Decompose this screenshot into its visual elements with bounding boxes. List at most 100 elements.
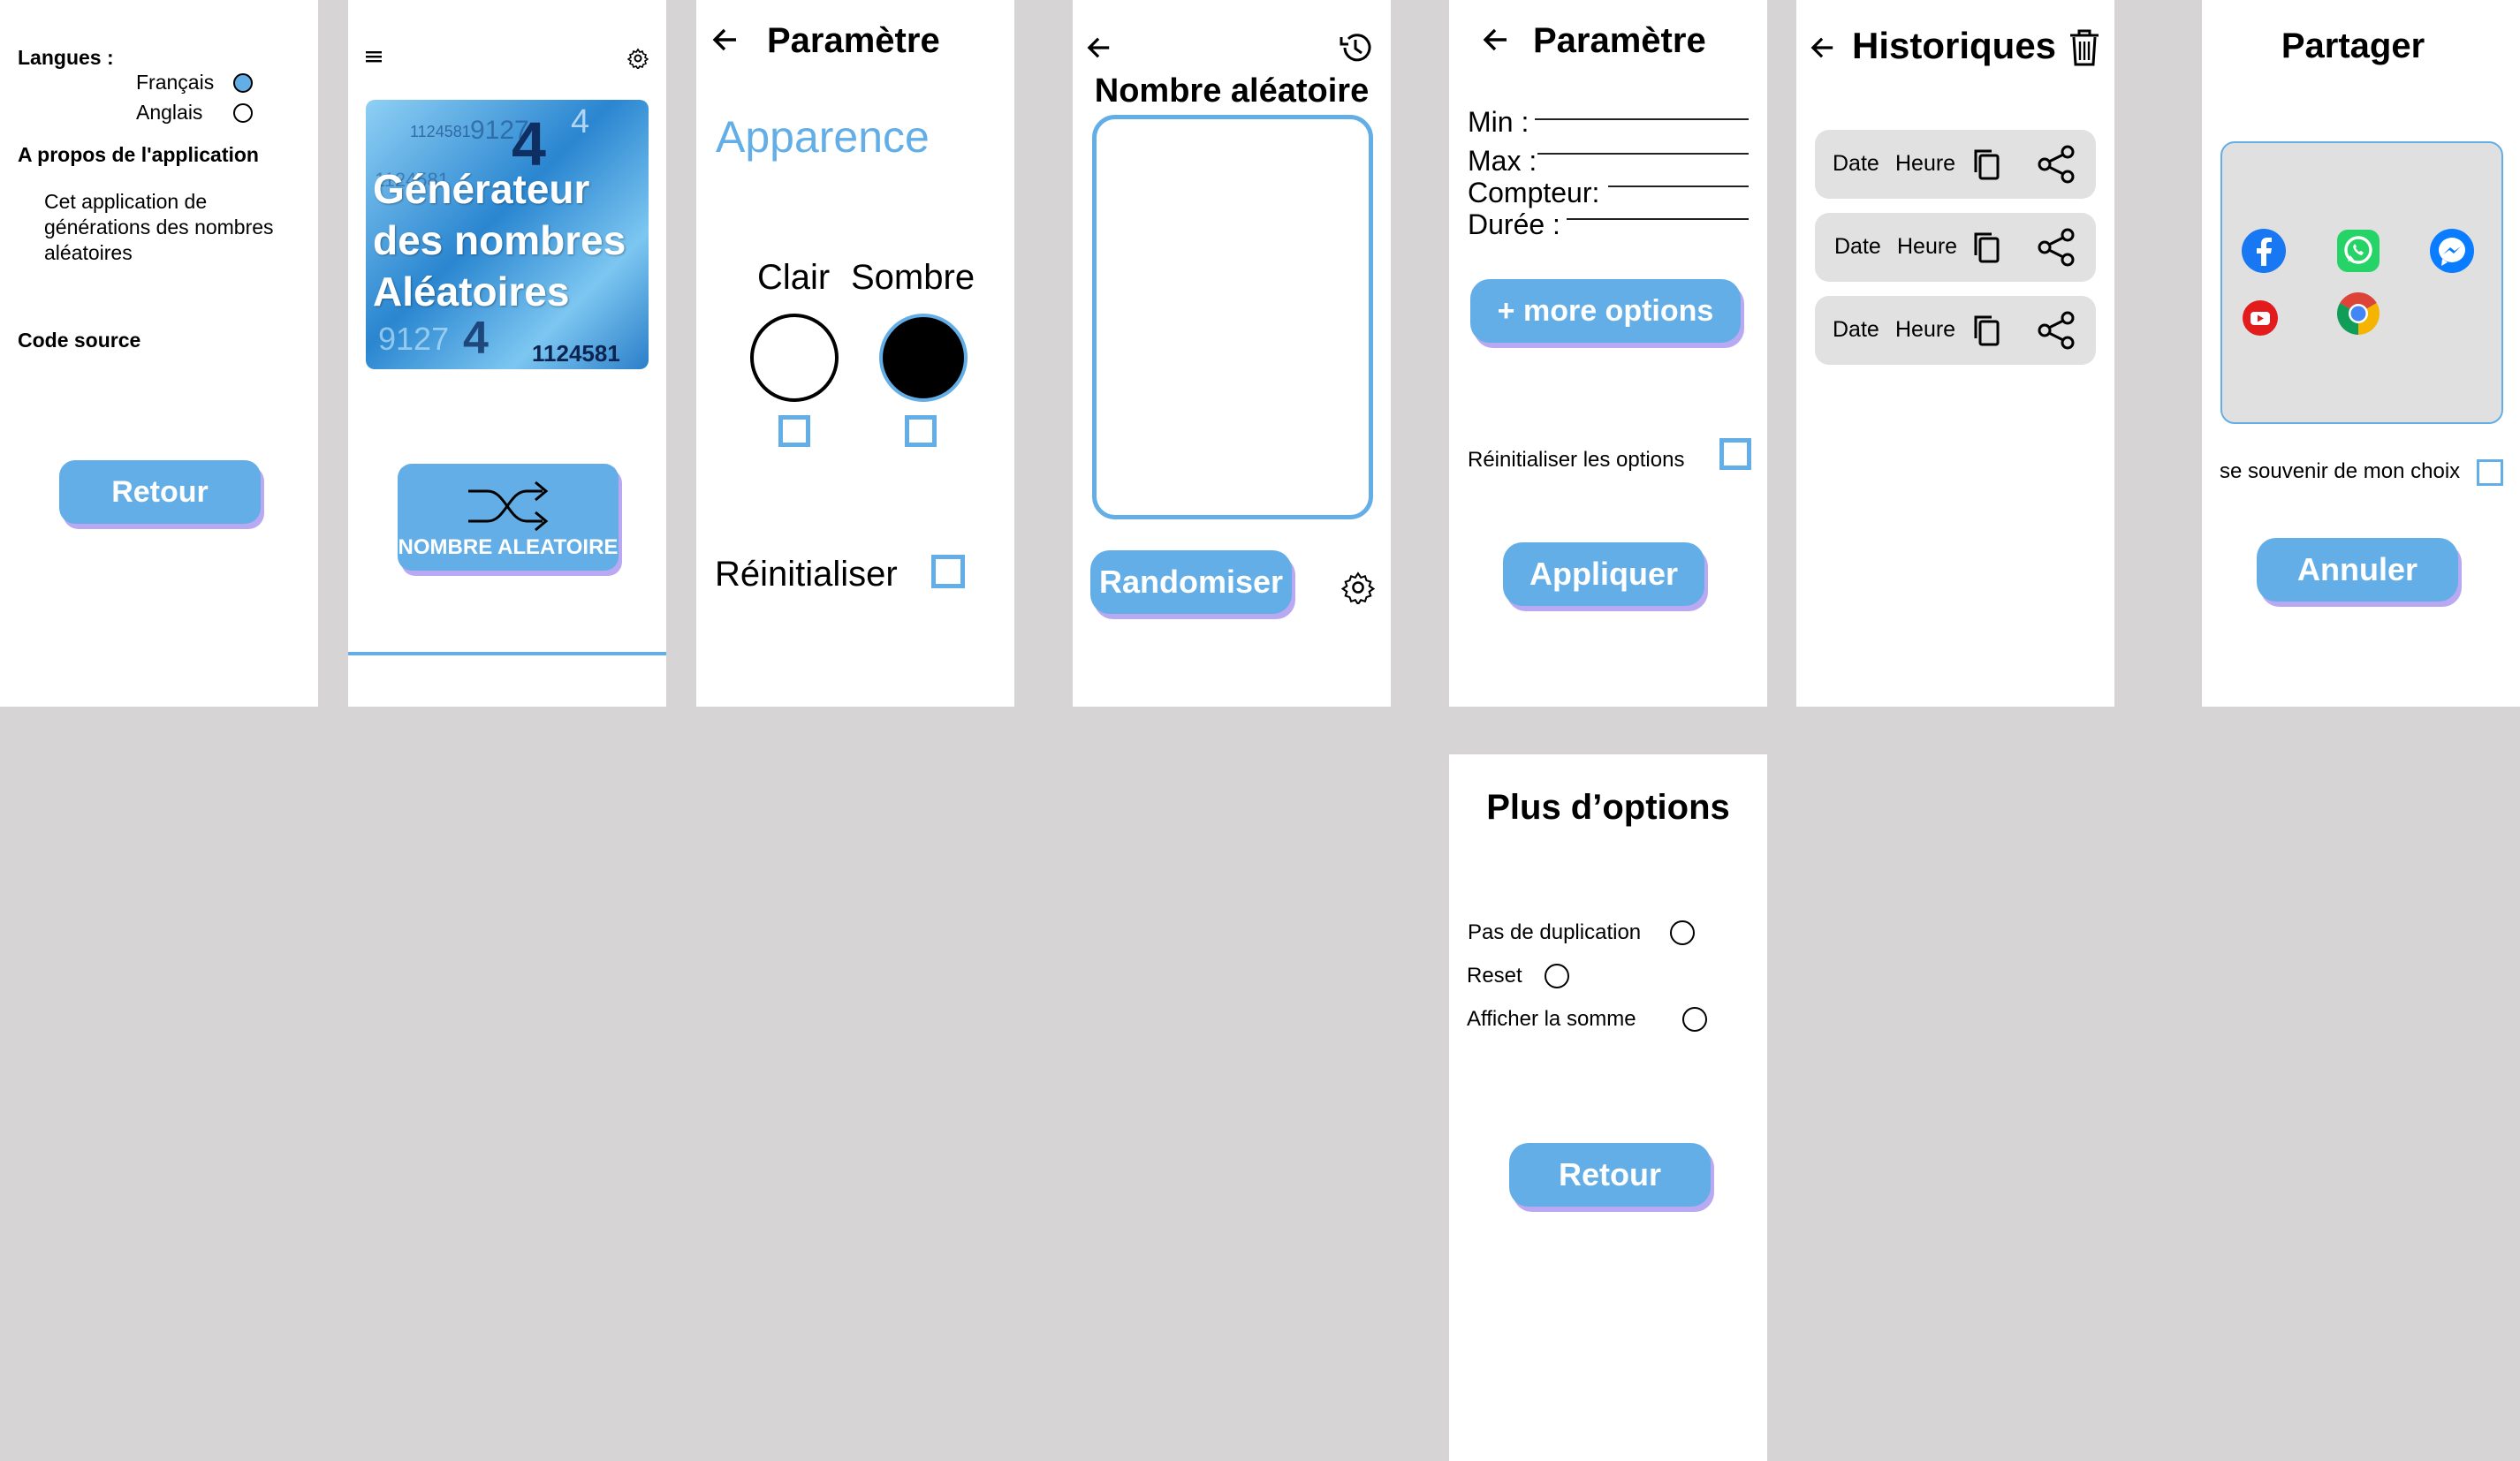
screen-settings-appearance: Paramètre Apparence Clair Sombre Réiniti… (696, 0, 1014, 707)
min-input[interactable] (1535, 118, 1749, 120)
more-options-button[interactable]: + more options (1470, 279, 1741, 343)
page-title: Partager (2281, 26, 2425, 65)
reset-options-label: Réinitialiser les options (1468, 448, 1685, 472)
remember-choice-checkbox[interactable] (2477, 459, 2503, 486)
banner-title: Générateur des nombres Aléatoires (373, 163, 626, 317)
remember-choice-label: se souvenir de mon choix (2220, 459, 2461, 483)
duration-label: Durée : (1468, 208, 1560, 240)
banner-bg-number: 4 (463, 313, 489, 364)
share-icon[interactable] (2036, 227, 2076, 268)
about-text-line: aléatoires (44, 241, 133, 264)
apply-button[interactable]: Appliquer (1503, 542, 1704, 606)
counter-input[interactable] (1608, 185, 1749, 187)
history-time: Heure (1895, 317, 1956, 342)
lang-radio-english[interactable] (233, 103, 253, 123)
option-no-duplication-radio[interactable] (1670, 920, 1695, 945)
history-time: Heure (1895, 151, 1956, 176)
back-arrow-icon[interactable] (1483, 26, 1509, 53)
lang-option-french-label: Français (136, 71, 215, 94)
facebook-icon[interactable] (2241, 228, 2287, 274)
history-date: Date (1833, 151, 1879, 176)
option-no-duplication-label: Pas de duplication (1468, 920, 1642, 944)
about-text: Cet application de générations des nombr… (44, 189, 274, 266)
random-number-button[interactable]: NOMBRE ALEATOIRE (398, 464, 619, 571)
history-time: Heure (1897, 234, 1958, 259)
banner-title-line: Aléatoires (373, 269, 570, 314)
menu-icon[interactable] (366, 49, 383, 64)
result-display-box (1092, 115, 1373, 519)
back-button[interactable]: Retour (59, 460, 261, 524)
max-label: Max : (1468, 145, 1537, 177)
history-date: Date (1834, 234, 1881, 259)
randomize-button[interactable]: Randomiser (1090, 550, 1292, 614)
page-title: Nombre aléatoire (1094, 72, 1370, 110)
banner-bg-number: 1124581 (410, 123, 471, 140)
reset-checkbox[interactable] (931, 555, 965, 588)
option-reset-radio[interactable] (1545, 964, 1569, 988)
reset-options-checkbox[interactable] (1719, 438, 1751, 470)
banner-title-line: des nombres (373, 217, 626, 263)
min-label: Min : (1468, 106, 1529, 138)
source-code-link[interactable]: Code source (18, 329, 140, 352)
whatsapp-icon[interactable] (2335, 228, 2381, 274)
random-number-button-label: NOMBRE ALEATOIRE (398, 534, 619, 559)
max-input[interactable] (1537, 153, 1749, 155)
gear-icon[interactable] (627, 48, 649, 69)
light-theme-swatch[interactable] (750, 314, 839, 402)
messenger-icon[interactable] (2429, 228, 2475, 274)
page-title: Plus d’options (1486, 788, 1730, 827)
banner-bg-number: 4 (571, 103, 590, 140)
history-date: Date (1833, 317, 1879, 342)
copy-icon[interactable] (1972, 314, 2002, 347)
page-title: Historiques (1852, 25, 2057, 66)
page-title: Paramètre (767, 21, 940, 60)
history-row[interactable]: Date Heure (1815, 213, 2096, 282)
back-arrow-icon[interactable] (1810, 35, 1835, 60)
about-text-line: générations des nombres (44, 216, 274, 238)
shuffle-icon (465, 479, 551, 534)
share-icon[interactable] (2036, 144, 2076, 185)
option-show-sum-label: Afficher la somme (1467, 1007, 1636, 1031)
banner-bg-number: 1124581 (532, 340, 620, 367)
banner-title-line: Générateur (373, 166, 590, 212)
app-banner: 1124581 9127 4 4 1124581 9127 4 1124581 … (366, 100, 649, 369)
youtube-icon[interactable] (2242, 299, 2279, 337)
lang-radio-french[interactable] (233, 73, 253, 93)
cancel-button[interactable]: Annuler (2257, 538, 2458, 602)
light-theme-checkbox[interactable] (778, 415, 810, 447)
history-icon[interactable] (1338, 30, 1373, 65)
history-row[interactable]: Date Heure (1815, 130, 2096, 199)
page-title: Paramètre (1533, 21, 1706, 60)
reset-label: Réinitialiser (715, 555, 898, 594)
back-arrow-icon[interactable] (712, 26, 739, 53)
screen-random: Nombre aléatoire Randomiser (1073, 0, 1391, 707)
chrome-icon[interactable] (2335, 291, 2381, 337)
share-icon[interactable] (2036, 310, 2076, 351)
languages-label: Langues : (18, 46, 114, 69)
copy-icon[interactable] (1972, 231, 2002, 264)
duration-input[interactable] (1567, 218, 1749, 220)
light-theme-label: Clair (757, 258, 831, 297)
dark-theme-checkbox[interactable] (905, 415, 937, 447)
trash-icon[interactable] (2068, 28, 2100, 67)
option-reset-label: Reset (1467, 964, 1522, 988)
copy-icon[interactable] (1972, 148, 2002, 181)
back-arrow-icon[interactable] (1087, 35, 1112, 60)
screen-more-options: Plus d’options Pas de duplication Reset … (1449, 754, 1767, 1461)
about-title: A propos de l'application (18, 143, 259, 166)
counter-label: Compteur: (1468, 177, 1600, 208)
dark-theme-label: Sombre (851, 258, 975, 297)
gear-icon[interactable] (1341, 571, 1375, 604)
dark-theme-swatch[interactable] (879, 314, 968, 402)
back-button[interactable]: Retour (1509, 1143, 1711, 1207)
option-show-sum-radio[interactable] (1682, 1007, 1707, 1032)
screen-about: Langues : Français Anglais A propos de l… (0, 0, 318, 707)
history-row[interactable]: Date Heure (1815, 296, 2096, 365)
screen-share: Partager se souvenir de mon choix Annule… (2202, 0, 2520, 707)
share-apps-panel (2220, 141, 2503, 424)
about-text-line: Cet application de (44, 190, 208, 213)
banner-bg-number: 9127 (378, 321, 450, 357)
section-title: Apparence (716, 112, 930, 162)
bottom-divider (348, 652, 666, 655)
lang-option-english-label: Anglais (136, 101, 203, 124)
